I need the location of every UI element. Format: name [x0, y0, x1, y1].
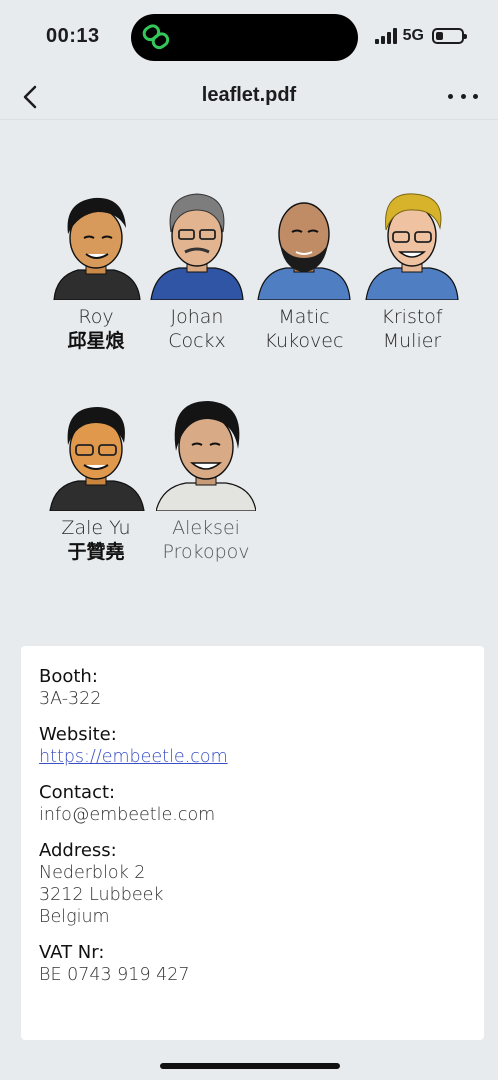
signal-icon — [374, 28, 397, 44]
status-right: 5G — [374, 27, 467, 45]
person-card: Matic Kukovec — [250, 188, 358, 353]
avatar-matic-icon — [257, 202, 351, 301]
avatar-zale-icon — [49, 407, 145, 512]
contact-field: Contact: info@embeetle.com — [39, 782, 466, 826]
battery-icon — [432, 28, 467, 44]
person-card: Roy 邱星烺 — [42, 188, 150, 353]
person-second-name: Cockx — [168, 330, 226, 352]
person-second-name: Kukovec — [264, 330, 344, 352]
page-title: leaflet.pdf — [201, 84, 297, 106]
network-type: 5G — [402, 27, 424, 44]
person-second-name: Prokopov — [162, 541, 250, 563]
contact-value: info@embeetle.com — [39, 805, 216, 825]
person-first-name: Roy — [78, 306, 114, 328]
avatar-aleksei-icon — [155, 401, 257, 512]
booth-field: Booth: 3A-322 — [39, 666, 466, 710]
status-time: 00:13 — [46, 25, 100, 47]
more-dot-icon — [460, 93, 466, 99]
more-options-button[interactable] — [448, 84, 478, 108]
person-first-name: Kristof — [381, 306, 443, 328]
address-field: Address: Nederblok 2 3212 Lubbeek Belgiu… — [39, 840, 466, 928]
address-line: Nederblok 2 — [39, 863, 146, 883]
booth-label: Booth: — [39, 666, 98, 687]
dynamic-island — [131, 14, 358, 61]
address-line: Belgium — [39, 907, 110, 927]
avatar-kristof-icon — [365, 193, 459, 301]
vat-field: VAT Nr: BE 0743 919 427 — [39, 942, 466, 986]
nav-bar: leaflet.pdf — [0, 74, 498, 120]
info-card: Booth: 3A-322 Website: https://embeetle.… — [21, 646, 484, 1040]
person-card: Aleksei Prokopov — [152, 399, 260, 564]
contact-label: Contact: — [39, 782, 116, 803]
person-second-name: 邱星烺 — [67, 330, 125, 352]
person-second-name: Mulier — [382, 330, 442, 352]
battery-fill — [436, 32, 443, 40]
home-indicator[interactable] — [160, 1063, 340, 1069]
person-card: Kristof Mulier — [358, 188, 466, 353]
person-first-name: Johan — [170, 306, 224, 328]
website-link[interactable]: https://embeetle.com — [39, 747, 228, 767]
more-dot-icon — [473, 93, 478, 99]
person-card: Johan Cockx — [143, 188, 251, 353]
person-card: Zale Yu 于贊堯 — [42, 399, 150, 564]
booth-value: 3A-322 — [39, 689, 102, 709]
avatar-johan-icon — [150, 193, 244, 301]
website-field: Website: https://embeetle.com — [39, 724, 466, 768]
more-dot-icon — [448, 93, 453, 99]
person-first-name: Aleksei — [172, 517, 240, 539]
person-second-name: 于贊堯 — [67, 541, 125, 563]
person-first-name: Matic — [278, 306, 330, 328]
website-label: Website: — [39, 724, 117, 745]
address-label: Address: — [39, 840, 117, 861]
vat-value: BE 0743 919 427 — [39, 965, 190, 985]
link-icon — [142, 24, 170, 50]
address-line: 3212 Lubbeek — [39, 885, 164, 905]
vat-label: VAT Nr: — [39, 942, 105, 963]
status-bar: 00:13 5G — [0, 0, 498, 74]
avatar-roy-icon — [53, 197, 141, 301]
person-first-name: Zale Yu — [61, 517, 131, 539]
